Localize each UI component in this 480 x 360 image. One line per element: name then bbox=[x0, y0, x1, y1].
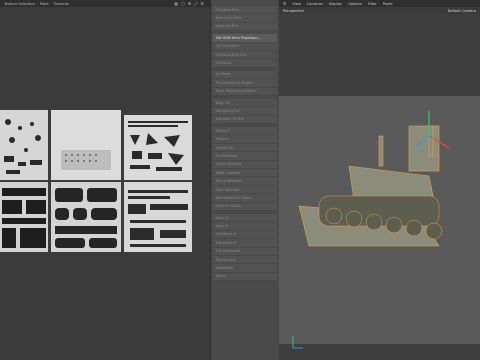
uv-shells-1 bbox=[0, 110, 48, 180]
cmd-rotate-90[interactable]: Rotate 90° bbox=[213, 143, 277, 153]
command-group-4: Align UV Straighten UV Equalize UV Size bbox=[211, 98, 279, 125]
cmd-normalize[interactable]: Normalize bbox=[213, 264, 277, 273]
cmd-align-v[interactable]: Align V bbox=[213, 222, 277, 231]
uv-menu-paint[interactable]: Paint bbox=[40, 2, 49, 6]
cmd-set-uvw-from-projection[interactable]: Set UVW from Projection... bbox=[213, 34, 277, 43]
grid-icon[interactable]: ▦ bbox=[174, 1, 178, 6]
cmd-equalize-uv[interactable]: Equalize UV Size bbox=[213, 115, 277, 125]
move-icon[interactable]: ✥ bbox=[188, 1, 191, 6]
command-group-1: Combine Pins Relax UVs Pins Align UV Pin… bbox=[211, 6, 279, 32]
uv-shells-4 bbox=[0, 182, 48, 252]
cmd-weld-selected[interactable]: Weld Selected bbox=[213, 169, 277, 178]
uv-shells-6 bbox=[124, 182, 192, 252]
cmd-flip-horizontal[interactable]: Flip Horizontal bbox=[213, 247, 277, 256]
uv-tile-4 bbox=[0, 182, 48, 252]
viewport-header: Perspective Default Camera bbox=[279, 7, 480, 14]
uv-command-panel: Combine Pins Relax UVs Pins Align UV Pin… bbox=[210, 0, 280, 360]
uv-menu-textures[interactable]: Textures bbox=[54, 2, 69, 6]
cmd-distribute-u[interactable]: Distribute U bbox=[213, 230, 277, 240]
cmd-uv-transform[interactable]: UV Transform bbox=[213, 42, 277, 51]
cmd-randomize-shells[interactable]: Randomize UV Shells bbox=[213, 194, 277, 203]
cmd-uv-mirror-flip[interactable]: UV Mirror/Flip Pins bbox=[213, 50, 277, 60]
hamburger-icon[interactable]: ☰ bbox=[283, 2, 286, 6]
cmd-fit-selected[interactable]: Fit Selected to Region bbox=[213, 79, 277, 88]
cmd-straighten-uv[interactable]: Straighten UV bbox=[213, 107, 277, 116]
uv-editor-panel[interactable]: Texture Selection Paint Textures ▦ ▢ ✥ ⤢… bbox=[0, 0, 210, 360]
cmd-unpin-selected[interactable]: Unpin Selected bbox=[213, 160, 277, 170]
uv-tile-1 bbox=[0, 110, 48, 180]
uv-tile-5 bbox=[51, 182, 121, 252]
cmd-flip-vertical[interactable]: Flip Vertical bbox=[213, 255, 277, 265]
cmd-relax[interactable]: Relax bbox=[213, 272, 277, 282]
viewport-panel[interactable]: ☰ View Cameras Display Options Filter Pa… bbox=[279, 0, 480, 360]
cmd-align-pins[interactable]: Align UV Pins bbox=[213, 22, 277, 32]
cmd-uv-mirror[interactable]: UV Mirror bbox=[213, 59, 277, 68]
uv-toolbar-icons: ▦ ▢ ✥ ⤢ ⚙ bbox=[174, 1, 204, 6]
cmd-pack-shells[interactable]: Pack UV Shells bbox=[213, 202, 277, 211]
cmd-combine-pins[interactable]: Combine Pins bbox=[213, 6, 277, 15]
cmd-uv-relax[interactable]: UV Relax bbox=[213, 70, 277, 80]
cmd-mirror-v[interactable]: Mirror V bbox=[213, 135, 277, 144]
viewport-menu-bar: ☰ View Cameras Display Options Filter Pa… bbox=[279, 0, 480, 7]
tank-model[interactable] bbox=[279, 96, 480, 344]
uv-tile-2 bbox=[51, 110, 121, 180]
cmd-distribute-v[interactable]: Distribute V bbox=[213, 239, 277, 248]
uv-menu-texture-selection[interactable]: Texture Selection bbox=[4, 2, 35, 6]
cmd-relax-pins[interactable]: Relax UVs Pins bbox=[213, 14, 277, 23]
cmd-pin-selected[interactable]: Pin Selected bbox=[213, 152, 277, 161]
command-group-6: Align U Align V Distribute U Distribute … bbox=[211, 213, 279, 282]
cmd-split-selected[interactable]: Split Selected bbox=[213, 185, 277, 195]
cmd-stitch-selected[interactable]: Stitch Selected bbox=[213, 177, 277, 186]
cmd-align-uv[interactable]: Align UV bbox=[213, 98, 277, 108]
vp-menu-view[interactable]: View bbox=[292, 2, 301, 6]
vp-menu-options[interactable]: Options bbox=[348, 2, 362, 6]
cmd-align-u[interactable]: Align U bbox=[213, 213, 277, 223]
axes-gizmo-icon bbox=[292, 336, 303, 349]
command-group-3: UV Relax Fit Selected to Region Pack Sel… bbox=[211, 70, 279, 96]
vp-menu-panel[interactable]: Panel bbox=[383, 2, 393, 6]
command-group-5: Mirror U Mirror V Rotate 90° Pin Selecte… bbox=[211, 127, 279, 211]
camera-label[interactable]: Default Camera bbox=[448, 9, 476, 13]
command-group-2: Set UVW from Projection... UV Transform … bbox=[211, 34, 279, 68]
vp-menu-display[interactable]: Display bbox=[329, 2, 342, 6]
settings-icon[interactable]: ⚙ bbox=[200, 1, 204, 6]
uv-tile-6 bbox=[124, 182, 192, 252]
frame-icon[interactable]: ▢ bbox=[181, 1, 185, 6]
expand-icon[interactable]: ⤢ bbox=[194, 1, 197, 6]
uv-tile-3 bbox=[124, 115, 192, 180]
uv-shells-3 bbox=[124, 115, 192, 180]
projection-label: Perspective bbox=[283, 8, 304, 13]
uv-shells-2 bbox=[51, 110, 121, 180]
vp-menu-filter[interactable]: Filter bbox=[368, 2, 377, 6]
uv-shells-5 bbox=[51, 182, 121, 252]
cmd-mirror-u[interactable]: Mirror U bbox=[213, 127, 277, 136]
vp-menu-cameras[interactable]: Cameras bbox=[307, 2, 323, 6]
cmd-pack-selected[interactable]: Pack Selected to Region bbox=[213, 87, 277, 96]
